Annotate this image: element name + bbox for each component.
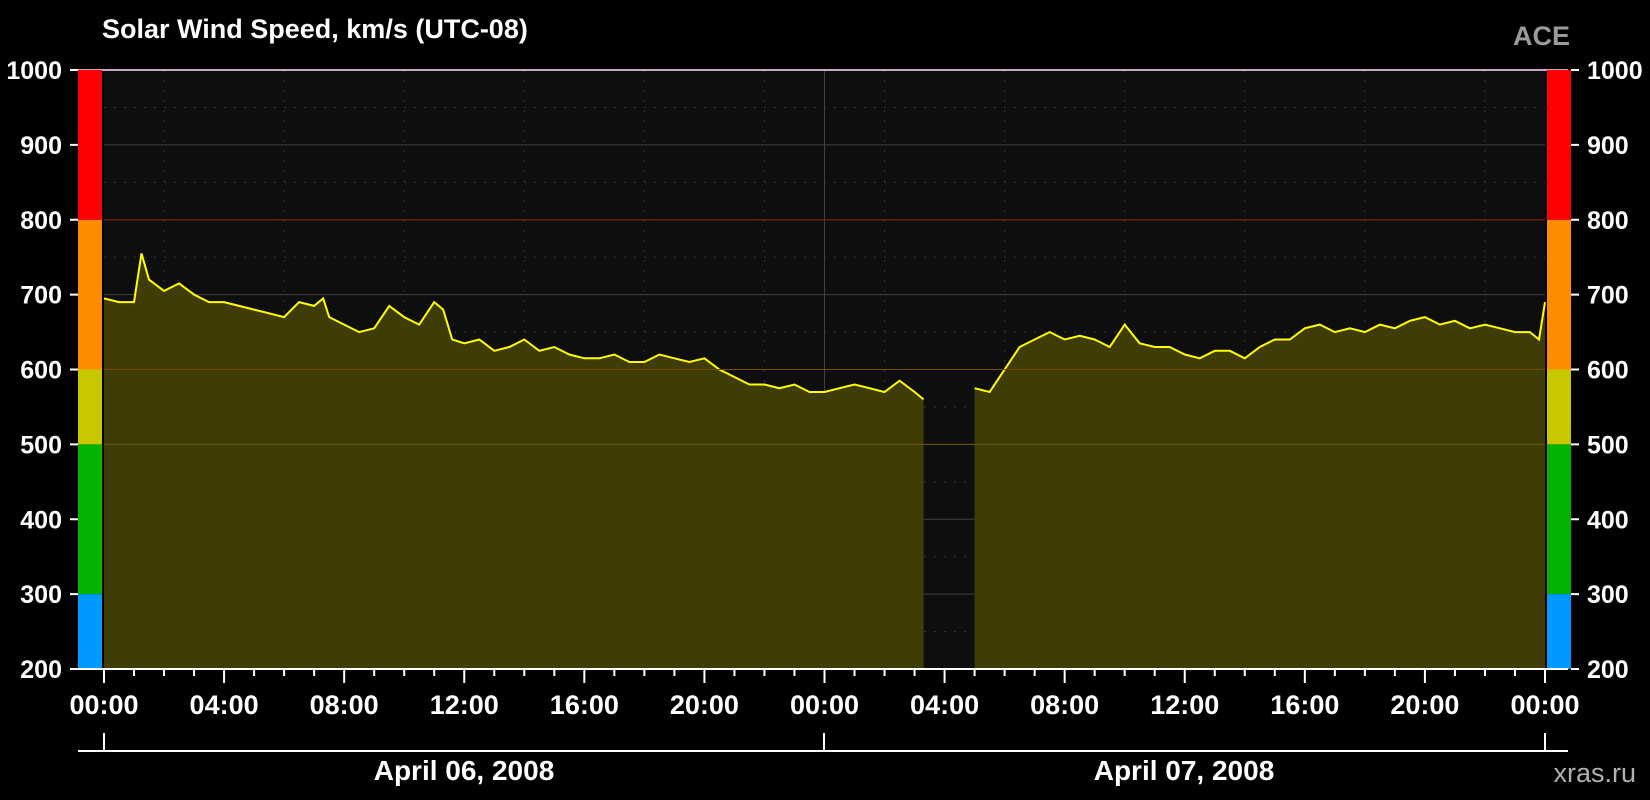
x-tick-label: 00:00 bbox=[69, 690, 138, 720]
y-tick-label: 500 bbox=[1587, 431, 1629, 459]
date-label: April 06, 2008 bbox=[374, 755, 555, 786]
x-tick-label: 08:00 bbox=[1030, 690, 1099, 720]
y-tick-label: 800 bbox=[1587, 207, 1629, 235]
credit-label: xras.ru bbox=[1553, 758, 1636, 788]
speed-area bbox=[974, 302, 1545, 669]
y-tick-label: 200 bbox=[20, 656, 62, 684]
x-tick-label: 20:00 bbox=[670, 690, 739, 720]
y-tick-label: 400 bbox=[20, 506, 62, 534]
x-tick-label: 00:00 bbox=[790, 690, 859, 720]
scale-band bbox=[78, 594, 102, 669]
y-tick-label: 1000 bbox=[1587, 57, 1643, 85]
y-tick-label: 300 bbox=[1587, 581, 1629, 609]
scale-band bbox=[1547, 594, 1571, 669]
chart-title: Solar Wind Speed, km/s (UTC-08) bbox=[102, 14, 528, 44]
scale-band bbox=[78, 444, 102, 595]
x-tick-label: 12:00 bbox=[1150, 690, 1219, 720]
y-tick-label: 900 bbox=[20, 132, 62, 160]
scale-band bbox=[78, 219, 102, 370]
y-axis-left: 200 300 400 500 600 700 800 900 1000 bbox=[6, 57, 102, 684]
y-tick-label: 700 bbox=[20, 282, 62, 310]
scale-band bbox=[78, 70, 102, 220]
source-label: ACE bbox=[1513, 21, 1570, 51]
y-tick-label: 900 bbox=[1587, 132, 1629, 160]
y-tick-label: 1000 bbox=[6, 57, 62, 85]
scale-band bbox=[78, 369, 102, 445]
y-tick-label: 700 bbox=[1587, 282, 1629, 310]
plot-area bbox=[78, 69, 1568, 669]
y-axis-right: 200 300 400 500 600 700 800 900 1000 bbox=[1547, 57, 1643, 684]
x-tick-label: 16:00 bbox=[550, 690, 619, 720]
date-label: April 07, 2008 bbox=[1094, 755, 1275, 786]
y-tick-label: 400 bbox=[1587, 506, 1629, 534]
x-tick-label: 00:00 bbox=[1510, 690, 1579, 720]
x-tick-label: 08:00 bbox=[310, 690, 379, 720]
scale-band bbox=[1547, 219, 1571, 370]
x-tick-label: 04:00 bbox=[190, 690, 259, 720]
scale-band bbox=[1547, 369, 1571, 445]
solar-wind-chart: Solar Wind Speed, km/s (UTC-08) ACE 200 3… bbox=[0, 0, 1650, 800]
x-tick-label: 04:00 bbox=[910, 690, 979, 720]
y-tick-label: 600 bbox=[20, 357, 62, 385]
x-tick-label: 12:00 bbox=[430, 690, 499, 720]
y-tick-label: 500 bbox=[20, 431, 62, 459]
y-tick-label: 800 bbox=[20, 207, 62, 235]
x-tick-label: 16:00 bbox=[1270, 690, 1339, 720]
scale-band bbox=[1547, 444, 1571, 595]
y-tick-label: 200 bbox=[1587, 656, 1629, 684]
x-tick-label: 20:00 bbox=[1390, 690, 1459, 720]
y-tick-label: 300 bbox=[20, 581, 62, 609]
scale-band bbox=[1547, 70, 1571, 220]
y-tick-label: 600 bbox=[1587, 357, 1629, 385]
